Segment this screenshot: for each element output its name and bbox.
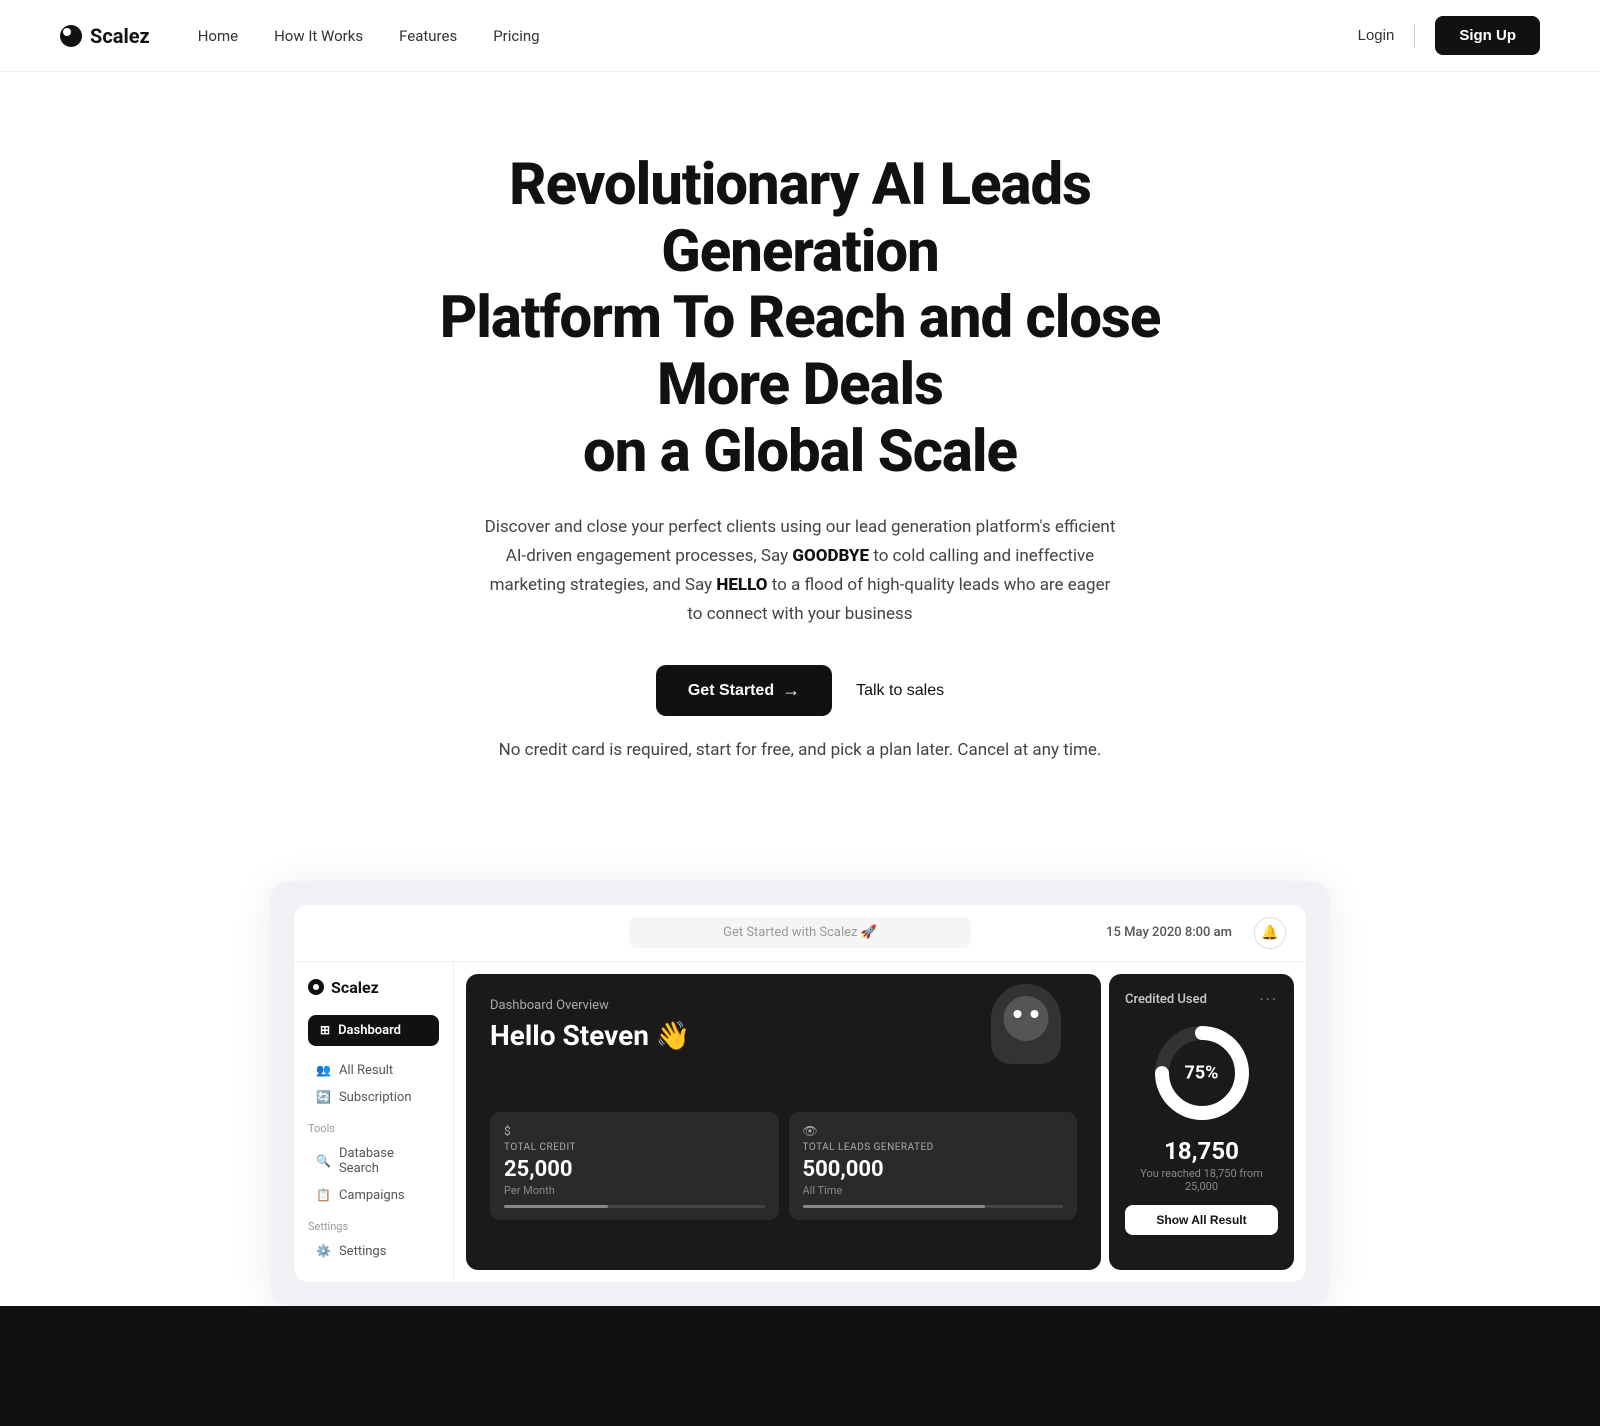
hero-section: Revolutionary AI Leads Generation Platfo… [350, 72, 1250, 841]
settings-icon: ⚙️ [316, 1244, 331, 1258]
credit-header: Credited Used ··· [1125, 990, 1278, 1009]
preview-body: Scalez ⊞ Dashboard 👥 All Result 🔄 Subscr… [294, 962, 1306, 1282]
leads-bar-fill [803, 1205, 985, 1208]
nav-link-features[interactable]: Features [399, 27, 457, 45]
show-all-result-button[interactable]: Show All Result [1125, 1205, 1278, 1235]
sidebar-dashboard-item[interactable]: ⊞ Dashboard [308, 1015, 439, 1046]
total-leads-value: 500,000 [803, 1157, 1064, 1182]
robot-eye-left [1014, 1010, 1022, 1018]
sidebar-item-all-result[interactable]: 👥 All Result [308, 1058, 439, 1083]
preview-inner: Get Started with Scalez 🚀 15 May 2020 8:… [294, 905, 1306, 1282]
dashboard-right-panel: Credited Used ··· 75% 18,750 You reached… [1109, 974, 1294, 1270]
stats-row: $ TOTAL CREDIT 25,000 Per Month 👁 TOTAL … [490, 1112, 1077, 1220]
tools-label: Tools [308, 1122, 439, 1135]
credit-bar [504, 1205, 765, 1208]
preview-logo: Scalez [308, 978, 439, 997]
more-options-icon[interactable]: ··· [1259, 990, 1278, 1009]
campaigns-icon: 📋 [316, 1188, 331, 1202]
dollar-icon: $ [504, 1124, 765, 1138]
logo-text: Scalez [90, 24, 150, 48]
logo[interactable]: Scalez [60, 24, 150, 48]
total-leads-sublabel: All Time [803, 1184, 1064, 1197]
talk-to-sales-button[interactable]: Talk to sales [856, 682, 944, 700]
hero-description: Discover and close your perfect clients … [480, 513, 1120, 629]
hero-note: No credit card is required, start for fr… [480, 736, 1120, 765]
nav-links: Home How It Works Features Pricing [198, 27, 540, 45]
robot-eye-right [1031, 1010, 1039, 1018]
sidebar-item-campaigns[interactable]: 📋 Campaigns [308, 1183, 439, 1208]
robot-body [991, 984, 1061, 1064]
total-credit-value: 25,000 [504, 1157, 765, 1182]
stat-total-leads: 👁 TOTAL LEADS GENERATED 500,000 All Time [789, 1112, 1078, 1220]
signup-button[interactable]: Sign Up [1435, 16, 1540, 55]
stat-total-credit: $ TOTAL CREDIT 25,000 Per Month [490, 1112, 779, 1220]
get-started-button[interactable]: Get Started → [656, 665, 832, 716]
preview-main: Dashboard Overview Hello Steven 👋 [454, 962, 1306, 1282]
hero-buttons: Get Started → Talk to sales [370, 665, 1230, 716]
settings-label: Settings [308, 1220, 439, 1233]
nav-link-home[interactable]: Home [198, 27, 238, 45]
bell-icon[interactable]: 🔔 [1254, 917, 1286, 949]
eye-icon: 👁 [803, 1124, 1064, 1138]
nav-divider [1414, 24, 1415, 48]
credit-amount: 18,750 [1125, 1137, 1278, 1165]
total-credit-sublabel: Per Month [504, 1184, 765, 1197]
dashboard-icon: ⊞ [320, 1023, 330, 1037]
preview-search[interactable]: Get Started with Scalez 🚀 [629, 917, 972, 948]
preview-sidebar: Scalez ⊞ Dashboard 👥 All Result 🔄 Subscr… [294, 962, 454, 1282]
bottom-section [0, 1306, 1600, 1426]
arrow-icon: → [782, 680, 800, 701]
sidebar-item-settings[interactable]: ⚙️ Settings [308, 1239, 439, 1264]
nav-left: Scalez Home How It Works Features Pricin… [60, 24, 540, 48]
stats-container: $ TOTAL CREDIT 25,000 Per Month 👁 TOTAL … [490, 1112, 1077, 1220]
sidebar-item-database-search[interactable]: 🔍 Database Search [308, 1141, 439, 1181]
robot-decoration [981, 984, 1071, 1084]
nav-link-how-it-works[interactable]: How It Works [274, 27, 363, 45]
credit-bar-fill [504, 1205, 608, 1208]
donut-chart: 75% [1152, 1023, 1252, 1123]
preview-topbar: Get Started with Scalez 🚀 15 May 2020 8:… [294, 905, 1306, 962]
robot-face [1004, 996, 1049, 1041]
login-button[interactable]: Login [1358, 27, 1395, 44]
navbar: Scalez Home How It Works Features Pricin… [0, 0, 1600, 72]
hero-headline: Revolutionary AI Leads Generation Platfo… [370, 152, 1230, 485]
credit-note: You reached 18,750 from 25,000 [1125, 1167, 1278, 1193]
logo-icon [60, 25, 82, 47]
users-icon: 👥 [316, 1063, 331, 1077]
credit-title: Credited Used [1125, 992, 1207, 1007]
preview-date: 15 May 2020 8:00 am [1106, 925, 1232, 940]
dashboard-preview: Get Started with Scalez 🚀 15 May 2020 8:… [270, 881, 1330, 1306]
sidebar-item-subscription[interactable]: 🔄 Subscription [308, 1085, 439, 1110]
nav-right: Login Sign Up [1358, 16, 1540, 55]
total-leads-label: TOTAL LEADS GENERATED [803, 1142, 1064, 1153]
search-icon: 🔍 [316, 1154, 331, 1168]
dashboard-left-panel: Dashboard Overview Hello Steven 👋 [466, 974, 1101, 1270]
leads-bar [803, 1205, 1064, 1208]
preview-logo-dot [308, 979, 324, 995]
total-credit-label: TOTAL CREDIT [504, 1142, 765, 1153]
donut-percent-label: 75% [1185, 1062, 1219, 1083]
nav-link-pricing[interactable]: Pricing [493, 27, 539, 45]
subscription-icon: 🔄 [316, 1090, 331, 1104]
